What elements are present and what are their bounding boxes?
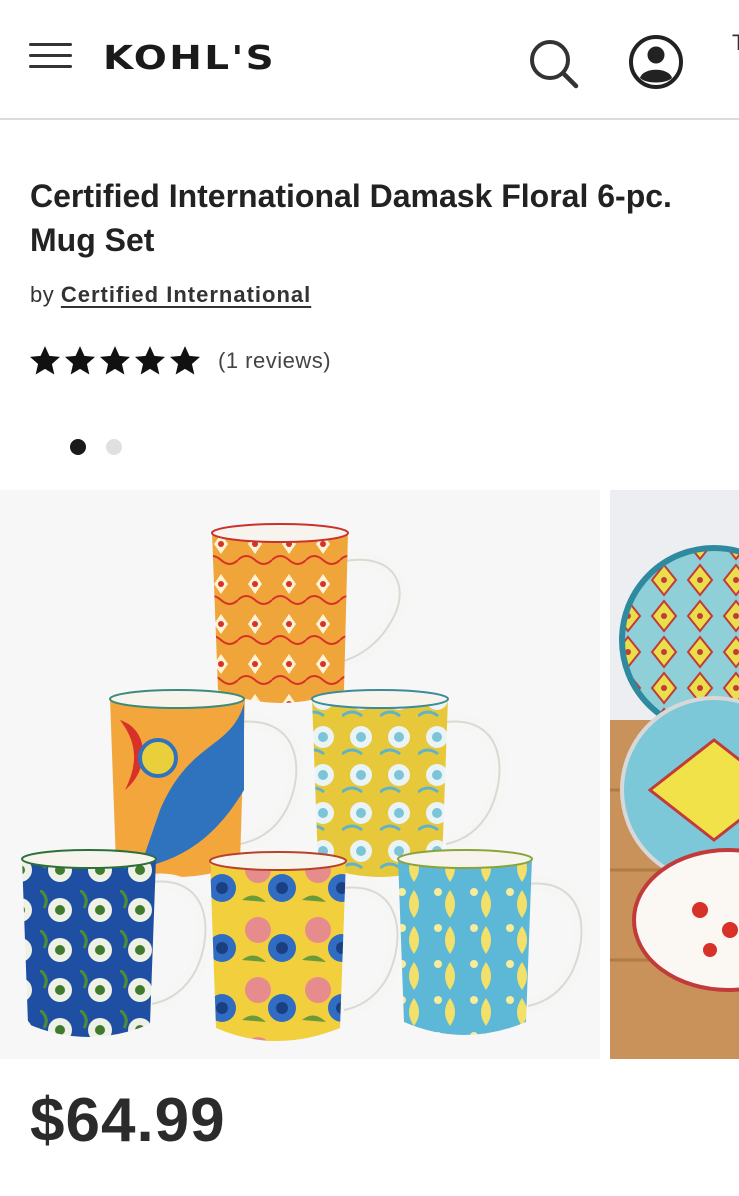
search-icon[interactable] [526, 36, 580, 90]
carousel-dot[interactable] [106, 439, 122, 455]
brand-byline: by Certified International [30, 282, 311, 308]
product-title-line-1: Certified International Damask Floral 6-… [30, 178, 672, 214]
product-title-line-2: Mug Set [30, 222, 155, 258]
star-rating [28, 344, 202, 378]
product-title: Certified International Damask Floral 6-… [30, 174, 739, 262]
star-icon [64, 346, 96, 375]
kohls-logo[interactable]: KOHL'S [103, 38, 276, 77]
reviews-count-link[interactable]: (1 reviews) [218, 348, 331, 374]
dinnerware-image[interactable] [610, 490, 739, 1059]
star-icon [169, 346, 201, 375]
product-price: $64.99 [30, 1086, 226, 1155]
star-icon [134, 346, 166, 375]
product-rating[interactable]: (1 reviews) [28, 342, 331, 380]
product-image-carousel[interactable] [0, 490, 739, 1059]
by-label: by [30, 282, 55, 307]
hamburger-menu-icon[interactable] [28, 40, 74, 72]
mug-set-image[interactable] [0, 490, 600, 1059]
top-header: KOHL'S T [0, 0, 739, 120]
brand-link[interactable]: Certified International [61, 282, 311, 307]
cut-off-icon: T [732, 30, 739, 50]
carousel-dot[interactable] [70, 439, 86, 455]
star-icon [29, 346, 61, 375]
account-icon[interactable] [626, 34, 686, 90]
star-icon [99, 346, 131, 375]
carousel-pagination [70, 439, 122, 455]
